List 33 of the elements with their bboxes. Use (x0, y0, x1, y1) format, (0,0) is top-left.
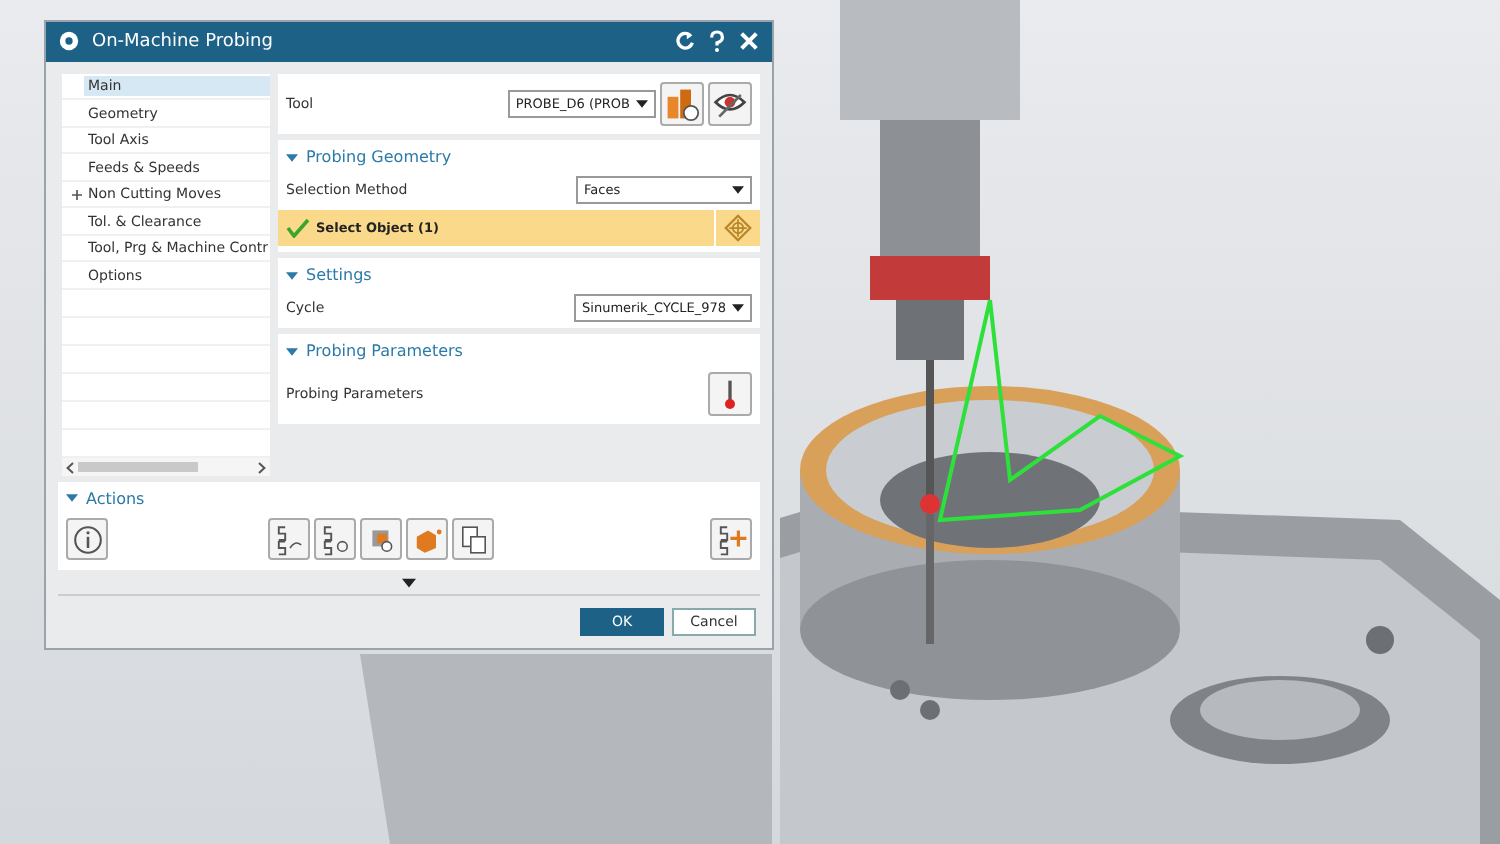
verify-button[interactable] (360, 518, 402, 561)
close-icon[interactable] (738, 30, 760, 53)
list-button[interactable] (452, 518, 494, 561)
section-header[interactable]: Probing Geometry (286, 145, 752, 170)
gear-icon (58, 30, 80, 53)
section-header[interactable]: Probing Parameters (286, 339, 752, 364)
caret-icon (732, 303, 744, 312)
thermometer-icon (720, 375, 740, 412)
caret-icon (732, 185, 744, 194)
plus-icon[interactable] (71, 189, 81, 200)
add-button[interactable] (710, 518, 752, 561)
plus-icon (715, 523, 747, 556)
tool-library-button[interactable] (660, 81, 704, 126)
help-icon[interactable] (708, 30, 726, 53)
generate-button[interactable] (268, 518, 310, 561)
caret-icon (636, 99, 648, 108)
horizontal-scrollbar[interactable] (62, 458, 270, 477)
display-button[interactable] (708, 81, 752, 126)
scroll-right-icon[interactable] (258, 461, 266, 474)
pages-icon (457, 523, 489, 556)
section-header[interactable]: Actions (66, 486, 752, 511)
info-button[interactable] (66, 518, 108, 561)
scroll-left-icon[interactable] (66, 461, 74, 474)
expand-caret-icon[interactable] (402, 577, 416, 588)
window-title: On-Machine Probing (92, 31, 275, 52)
reset-icon[interactable] (674, 30, 696, 53)
replay-button[interactable] (314, 518, 356, 561)
tool-stack-icon (664, 85, 700, 122)
crosshair-button[interactable] (716, 209, 760, 246)
section-header[interactable]: Settings (286, 263, 752, 288)
crosshair-icon (724, 213, 752, 242)
info-icon (71, 523, 103, 556)
probing-parameters-button[interactable] (708, 371, 752, 416)
